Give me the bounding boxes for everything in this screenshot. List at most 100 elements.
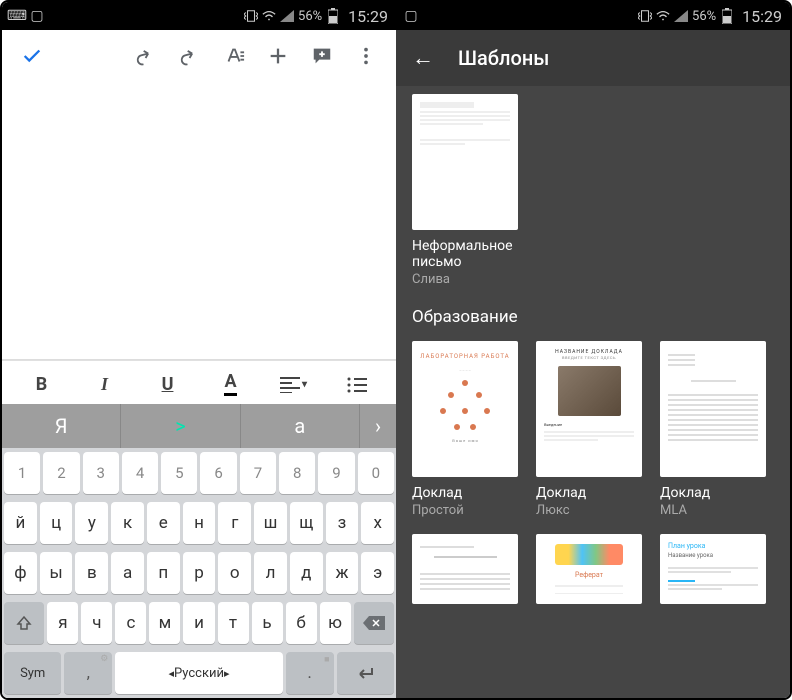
key-э[interactable]: э	[361, 552, 394, 594]
page-title: Шаблоны	[458, 46, 549, 70]
key-1[interactable]: 1	[4, 452, 40, 494]
key-и[interactable]: и	[183, 602, 214, 644]
key-ж[interactable]: ж	[326, 552, 359, 594]
status-bar-right: ▢ 56% 15:29	[396, 2, 790, 30]
align-button[interactable]: ▾	[272, 365, 316, 405]
template-thumb: Реферат	[536, 534, 642, 604]
wifi-icon	[262, 9, 276, 23]
battery-icon	[326, 9, 340, 23]
key-ш[interactable]: ш	[254, 502, 287, 544]
template-thumb: План урока Название урока	[660, 534, 766, 604]
template-title: Доклад	[536, 485, 648, 501]
key-д[interactable]: д	[290, 552, 323, 594]
key-я[interactable]: я	[47, 602, 78, 644]
key-с[interactable]: с	[115, 602, 146, 644]
template-subtitle: MLA	[660, 503, 772, 518]
key-enter[interactable]	[337, 652, 394, 694]
insert-button[interactable]	[260, 38, 296, 74]
key-н[interactable]: н	[183, 502, 216, 544]
template-card[interactable]: ЛАБОРАТОРНАЯ РАБОТА — — — — В а ш е и м …	[412, 341, 524, 518]
key-т[interactable]: т	[218, 602, 249, 644]
suggestion-3[interactable]: а	[241, 404, 360, 448]
undo-button[interactable]	[128, 38, 164, 74]
key-о[interactable]: о	[218, 552, 251, 594]
key-shift[interactable]	[4, 602, 44, 644]
image-icon: ▢	[404, 9, 418, 23]
document-canvas[interactable]	[2, 82, 396, 360]
keyboard-icon: ⌨	[10, 9, 24, 23]
template-card[interactable]: План урока Название урока	[660, 534, 772, 612]
key-6[interactable]: 6	[200, 452, 236, 494]
key-comma[interactable]: ,⚙	[64, 652, 112, 694]
template-card[interactable]: НАЗВАНИЕ ДОКЛАДА ВВЕДИТЕ ТЕКСТ ЗДЕСЬ Вве…	[536, 341, 648, 518]
key-9[interactable]: 9	[318, 452, 354, 494]
more-button[interactable]	[348, 38, 384, 74]
key-п[interactable]: п	[147, 552, 180, 594]
key-5[interactable]: 5	[161, 452, 197, 494]
vibrate-icon	[244, 9, 258, 23]
template-card[interactable]: Реферат	[536, 534, 648, 612]
template-card[interactable]	[412, 534, 524, 612]
key-у[interactable]: у	[75, 502, 108, 544]
key-л[interactable]: л	[254, 552, 287, 594]
template-thumb	[660, 341, 766, 477]
key-з[interactable]: з	[326, 502, 359, 544]
key-щ[interactable]: щ	[290, 502, 323, 544]
done-button[interactable]	[14, 38, 50, 74]
suggestion-2[interactable]: >	[121, 404, 240, 448]
italic-button[interactable]: I	[83, 365, 127, 405]
status-bar-left: ⌨ ▢ 56% 15:29	[2, 2, 396, 30]
suggestion-expand[interactable]: ›	[360, 414, 396, 438]
template-thumb: ЛАБОРАТОРНАЯ РАБОТА — — — — В а ш е и м …	[412, 341, 518, 477]
format-bar: B I U A ▾	[2, 360, 396, 408]
key-й[interactable]: й	[4, 502, 37, 544]
key-7[interactable]: 7	[240, 452, 276, 494]
text-format-button[interactable]	[216, 38, 252, 74]
key-ц[interactable]: ц	[40, 502, 73, 544]
key-backspace[interactable]	[354, 602, 394, 644]
wifi-icon	[656, 9, 670, 23]
templates-header: ← Шаблоны	[396, 30, 790, 86]
template-thumb	[412, 534, 518, 604]
key-ы[interactable]: ы	[40, 552, 73, 594]
key-в[interactable]: в	[75, 552, 108, 594]
suggestion-row: Я > а ›	[2, 404, 396, 448]
key-2[interactable]: 2	[43, 452, 79, 494]
template-card[interactable]: Доклад MLA	[660, 341, 772, 518]
editor-toolbar	[2, 30, 396, 82]
redo-button[interactable]	[172, 38, 208, 74]
key-ф[interactable]: ф	[4, 552, 37, 594]
templates-scroll[interactable]: Неформальное письмо Слива Образование ЛА…	[396, 86, 790, 698]
key-б[interactable]: б	[286, 602, 317, 644]
list-button[interactable]	[335, 365, 379, 405]
template-title: Неформальное письмо	[412, 238, 524, 270]
key-ю[interactable]: ю	[320, 602, 351, 644]
key-period[interactable]: .■	[286, 652, 334, 694]
key-м[interactable]: м	[149, 602, 180, 644]
back-button[interactable]: ←	[412, 45, 434, 71]
key-space[interactable]: ◂ Русский ▸	[115, 652, 282, 694]
suggestion-1[interactable]: Я	[2, 404, 121, 448]
text-color-button[interactable]: A	[209, 365, 253, 405]
key-к[interactable]: к	[111, 502, 144, 544]
key-р[interactable]: р	[183, 552, 216, 594]
underline-button[interactable]: U	[146, 365, 190, 405]
key-е[interactable]: е	[147, 502, 180, 544]
key-4[interactable]: 4	[122, 452, 158, 494]
key-0[interactable]: 0	[358, 452, 394, 494]
key-3[interactable]: 3	[83, 452, 119, 494]
key-sym[interactable]: Sym	[4, 652, 61, 694]
signal-icon	[280, 9, 294, 23]
template-thumb: НАЗВАНИЕ ДОКЛАДА ВВЕДИТЕ ТЕКСТ ЗДЕСЬ Вве…	[536, 341, 642, 477]
bold-button[interactable]: B	[20, 365, 64, 405]
template-title: Доклад	[660, 485, 772, 501]
key-8[interactable]: 8	[279, 452, 315, 494]
template-subtitle: Люкс	[536, 503, 648, 518]
key-ь[interactable]: ь	[252, 602, 283, 644]
comment-button[interactable]	[304, 38, 340, 74]
key-х[interactable]: х	[361, 502, 394, 544]
key-г[interactable]: г	[218, 502, 251, 544]
key-а[interactable]: а	[111, 552, 144, 594]
template-card[interactable]: Неформальное письмо Слива	[412, 94, 524, 287]
key-ч[interactable]: ч	[81, 602, 112, 644]
